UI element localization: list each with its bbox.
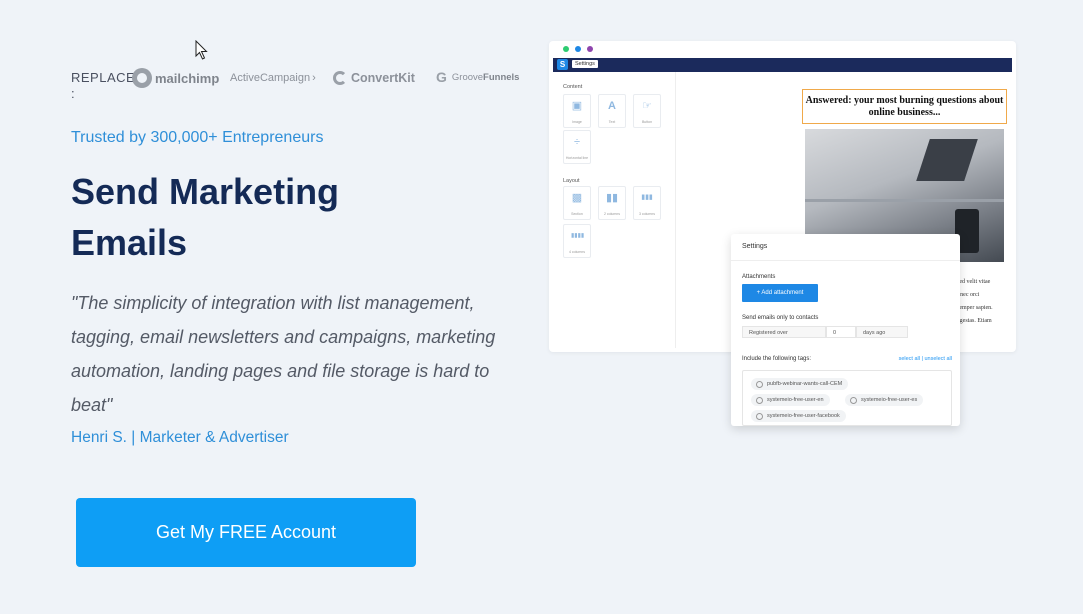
- testimonial-author: Henri S. | Marketer & Advertiser: [71, 429, 289, 446]
- window-dot-green: [563, 46, 569, 52]
- activecampaign-logo: ActiveCampaign ›: [230, 67, 316, 89]
- attachments-label: Attachments: [742, 274, 776, 280]
- tag-item: systemeio-free-user-facebook: [751, 410, 846, 422]
- window-dot-blue: [575, 46, 581, 52]
- four-columns-tile: ▮▮▮▮ 4 columns: [563, 224, 591, 258]
- convertkit-logo-text: ConvertKit: [351, 71, 415, 85]
- image-tile: ▣ Image: [563, 94, 591, 128]
- tag-select-links: select all | unselect all: [898, 356, 952, 362]
- three-columns-tile: ▮▮▮ 3 columns: [633, 186, 661, 220]
- body-text-line: semper sapien.: [957, 305, 993, 311]
- page-title: Send Marketing Emails: [71, 171, 340, 263]
- include-tags-label: Include the following tags:: [742, 356, 812, 362]
- body-text-line: egestas. Etiam: [957, 318, 992, 324]
- image-icon: ▣: [571, 100, 583, 112]
- days-value-field: 0: [826, 326, 856, 338]
- convertkit-icon: [333, 71, 347, 85]
- settings-popup-image: Settings Attachments + Add attachment Se…: [731, 234, 960, 426]
- editor-settings-tab: Settings: [572, 60, 598, 68]
- select-all-link: select all: [898, 356, 920, 362]
- text-icon: A: [608, 100, 616, 112]
- two-columns-icon: ▮▮: [606, 192, 619, 204]
- mouse-cursor-icon: [195, 40, 208, 60]
- body-text-line: t nec orci: [957, 292, 980, 298]
- button-tile: ☞ Button: [633, 94, 661, 128]
- pointer-icon: ☞: [642, 100, 652, 112]
- window-dots: [563, 46, 593, 52]
- groovefunnels-logo-light: Groove: [451, 71, 484, 83]
- mailchimp-logo-text: mailchimp: [155, 70, 220, 86]
- email-headline-block: Answered: your most burning questions ab…: [802, 89, 1007, 124]
- groovefunnels-icon: G: [436, 69, 447, 85]
- content-section-label: Content: [563, 84, 583, 90]
- body-text-line: sed velit vitae: [957, 279, 991, 285]
- testimonial-quote: "The simplicity of integration with list…: [71, 293, 496, 415]
- section-tile: ▩ Section: [563, 186, 591, 220]
- days-ago-label: days ago: [856, 326, 908, 338]
- convertkit-logo: ConvertKit: [333, 67, 415, 89]
- groovefunnels-logo: G Groove Funnels: [436, 66, 519, 88]
- chevron-right-icon: ›: [312, 72, 316, 84]
- trusted-by-text: Trusted by 300,000+ Entrepreneurs: [71, 129, 324, 146]
- section-icon: ▩: [571, 192, 583, 204]
- layout-section-label: Layout: [563, 178, 580, 184]
- get-free-account-button[interactable]: Get My FREE Account: [76, 498, 416, 567]
- tags-list: pubfb-webinar-wants-call-CEM systemeio-f…: [742, 370, 952, 426]
- settings-title: Settings: [742, 243, 768, 250]
- four-columns-icon: ▮▮▮▮: [571, 233, 585, 239]
- groovefunnels-logo-bold: Funnels: [483, 71, 520, 83]
- unselect-all-link: unselect all: [924, 356, 952, 362]
- mailchimp-logo: mailchimp: [132, 67, 219, 89]
- horizontal-line-tile: ÷ Horizontal line: [563, 130, 591, 164]
- add-attachment-button: + Add attachment: [742, 284, 818, 302]
- systeme-logo-icon: S: [557, 59, 568, 70]
- send-only-label: Send emails only to contacts: [742, 315, 819, 321]
- editor-sidebar: Content ▣ Image A Text ☞ Button ÷ Horizo…: [553, 72, 676, 348]
- replaces-label: REPLACES :: [71, 70, 145, 101]
- mailchimp-icon: [132, 68, 152, 88]
- divide-icon: ÷: [573, 136, 581, 148]
- editor-topbar: S Settings: [553, 58, 1012, 72]
- tag-item: systemeio-free-user-es: [845, 394, 924, 406]
- tag-item: pubfb-webinar-wants-call-CEM: [751, 378, 849, 390]
- tag-item: systemeio-free-user-en: [751, 394, 830, 406]
- text-tile: A Text: [598, 94, 626, 128]
- three-columns-icon: ▮▮▮: [641, 194, 653, 201]
- window-dot-purple: [587, 46, 593, 52]
- registered-over-field: Registered over: [742, 326, 826, 338]
- activecampaign-logo-text: ActiveCampaign: [230, 72, 311, 84]
- two-columns-tile: ▮▮ 2 columns: [598, 186, 626, 220]
